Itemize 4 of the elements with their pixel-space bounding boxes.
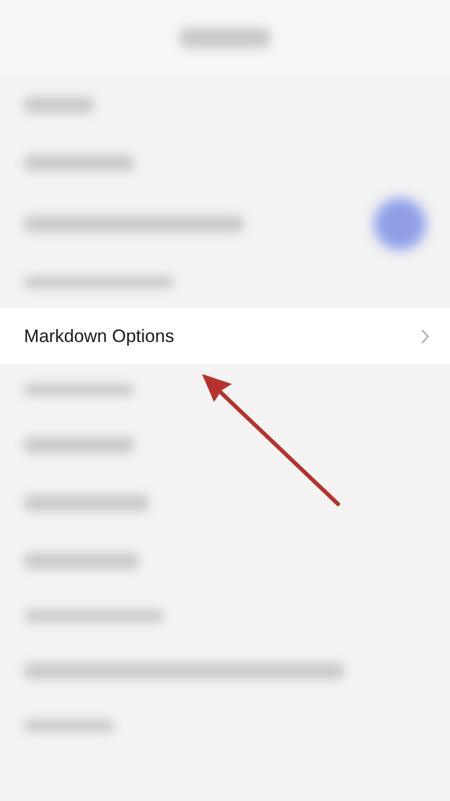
blurred-text	[24, 97, 94, 113]
settings-row[interactable]: Markdown Options	[0, 308, 450, 364]
chevron-icon	[421, 328, 430, 344]
row-label: Markdown Options	[24, 326, 174, 346]
